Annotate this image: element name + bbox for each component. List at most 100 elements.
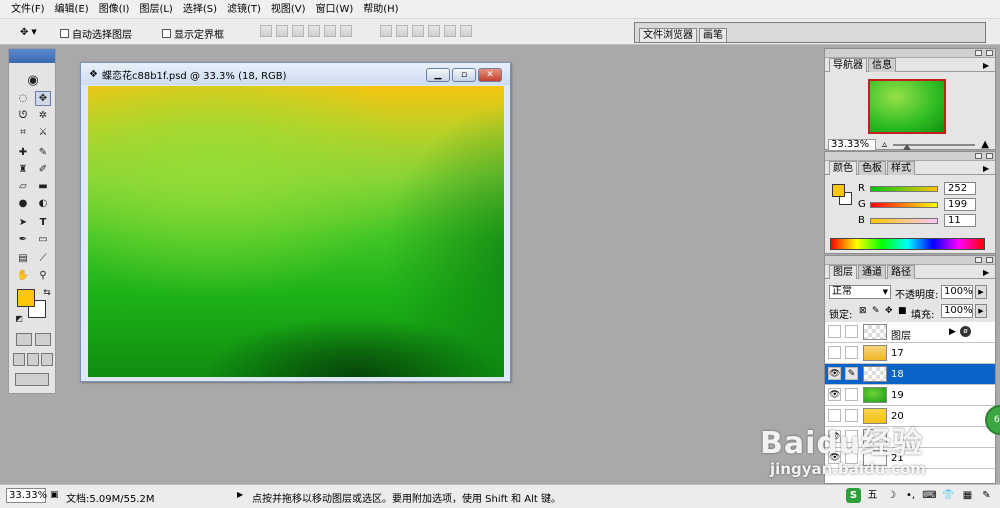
- status-zoom-field[interactable]: 33.33%: [6, 488, 47, 503]
- close-button[interactable]: ✕: [478, 68, 502, 82]
- eye-icon[interactable]: 👁: [828, 367, 841, 380]
- quick-mask-mode-button[interactable]: [35, 333, 51, 346]
- brush-icon[interactable]: ✎: [845, 367, 858, 380]
- zoom-tool-icon[interactable]: ⚲: [35, 268, 51, 283]
- lock-pixels-icon[interactable]: ✎: [872, 306, 880, 316]
- tab-styles[interactable]: 样式: [887, 161, 915, 175]
- brush-tool-icon[interactable]: ✎: [35, 145, 51, 160]
- show-bounding-box-checkbox[interactable]: 显示定界框: [162, 26, 224, 41]
- green-slider[interactable]: [870, 202, 938, 208]
- opacity-field[interactable]: 100%: [941, 285, 973, 299]
- path-selection-tool-icon[interactable]: ➤: [15, 215, 31, 230]
- menu-view[interactable]: 视图(V): [266, 0, 311, 19]
- default-colors-icon[interactable]: ◩: [11, 311, 27, 326]
- opacity-arrow-icon[interactable]: ▶: [975, 285, 987, 299]
- eraser-tool-icon[interactable]: ▱: [15, 179, 31, 194]
- link-toggle[interactable]: [845, 325, 858, 338]
- magic-wand-tool-icon[interactable]: ✲: [35, 108, 51, 123]
- close-palette-icon[interactable]: [986, 153, 993, 159]
- marquee-tool-icon[interactable]: ◌: [15, 91, 31, 106]
- align-top-icon[interactable]: [260, 25, 272, 37]
- tab-file-browser[interactable]: 文件浏览器: [639, 28, 697, 42]
- tab-brushes[interactable]: 画笔: [699, 28, 727, 42]
- color-spectrum-bar[interactable]: [830, 238, 985, 250]
- palette-drag-bar[interactable]: [825, 152, 995, 161]
- punctuation-icon[interactable]: •,: [903, 488, 918, 503]
- screen-mode-full-button[interactable]: [41, 353, 53, 366]
- keyboard-icon[interactable]: ⌨: [922, 488, 937, 503]
- tab-channels[interactable]: 通道: [858, 265, 886, 279]
- palette-drag-bar[interactable]: [825, 256, 995, 265]
- layer-row[interactable]: 图层 ▶ ø: [825, 322, 995, 343]
- palette-menu-icon[interactable]: ▶: [983, 164, 989, 173]
- pen-tool-icon[interactable]: ✒: [15, 232, 31, 247]
- tab-color[interactable]: 颜色: [829, 161, 857, 175]
- distribute-bottom-icon[interactable]: [412, 25, 424, 37]
- move-tool-icon[interactable]: ✥: [35, 91, 51, 106]
- align-vcenter-icon[interactable]: [276, 25, 288, 37]
- layer-effects-icon[interactable]: ø: [960, 326, 971, 337]
- minimize-button[interactable]: ▁: [426, 68, 450, 82]
- eye-icon[interactable]: 👁: [828, 388, 841, 401]
- palette-drag-bar[interactable]: [825, 49, 995, 58]
- toolbox-icon[interactable]: ▦: [960, 488, 975, 503]
- type-tool-icon[interactable]: T: [35, 215, 51, 230]
- blue-value-field[interactable]: 11: [944, 214, 976, 227]
- restore-button[interactable]: ▫: [452, 68, 476, 82]
- distribute-hcenter-icon[interactable]: [444, 25, 456, 37]
- eyedropper-tool-icon[interactable]: ⟋: [35, 251, 51, 266]
- minimize-palette-icon[interactable]: [975, 257, 982, 263]
- swap-colors-icon[interactable]: ⇆: [39, 285, 55, 300]
- blend-mode-select[interactable]: 正常 ▼: [829, 285, 891, 299]
- link-toggle[interactable]: [845, 388, 858, 401]
- align-right-icon[interactable]: [340, 25, 352, 37]
- red-slider[interactable]: [870, 186, 938, 192]
- distribute-left-icon[interactable]: [428, 25, 440, 37]
- blur-tool-icon[interactable]: ●: [15, 196, 31, 211]
- shape-tool-icon[interactable]: ▭: [35, 232, 51, 247]
- palette-menu-icon[interactable]: ▶: [983, 268, 989, 277]
- lock-transparency-icon[interactable]: ⊠: [859, 306, 867, 316]
- tab-info[interactable]: 信息: [868, 58, 896, 72]
- lasso-tool-icon[interactable]: ᘎ: [15, 108, 31, 123]
- layer-style-icon[interactable]: ▶: [949, 327, 956, 337]
- gradient-tool-icon[interactable]: ▬: [35, 179, 51, 194]
- photoshop-logo-icon[interactable]: ◉: [14, 73, 52, 88]
- link-toggle[interactable]: [845, 346, 858, 359]
- green-value-field[interactable]: 199: [944, 198, 976, 211]
- screen-mode-standard-button[interactable]: [13, 353, 25, 366]
- align-bottom-icon[interactable]: [292, 25, 304, 37]
- visibility-toggle[interactable]: [828, 346, 841, 359]
- half-width-icon[interactable]: ☽: [884, 488, 899, 503]
- distribute-right-icon[interactable]: [460, 25, 472, 37]
- menu-layer[interactable]: 图层(L): [134, 0, 177, 19]
- skin-icon[interactable]: 👕: [941, 488, 956, 503]
- minimize-palette-icon[interactable]: [975, 50, 982, 56]
- settings-wrench-icon[interactable]: ✎: [979, 488, 994, 503]
- menu-help[interactable]: 帮助(H): [358, 0, 403, 19]
- close-palette-icon[interactable]: [986, 257, 993, 263]
- color-fg-swatch[interactable]: [832, 184, 845, 197]
- auto-select-layer-checkbox[interactable]: 自动选择图层: [60, 26, 132, 41]
- layer-row[interactable]: 17: [825, 343, 995, 364]
- crop-tool-icon[interactable]: ⌗: [15, 125, 31, 140]
- tab-paths[interactable]: 路径: [887, 265, 915, 279]
- clone-stamp-tool-icon[interactable]: ♜: [15, 162, 31, 177]
- distribute-vcenter-icon[interactable]: [396, 25, 408, 37]
- menu-file[interactable]: 文件(F): [6, 0, 50, 19]
- zoom-slider[interactable]: [893, 143, 975, 150]
- tool-preset-picker[interactable]: ✥ ▼: [20, 24, 50, 40]
- minimize-palette-icon[interactable]: [975, 153, 982, 159]
- fill-arrow-icon[interactable]: ▶: [975, 304, 987, 318]
- layer-row-selected[interactable]: 👁 ✎ 18: [825, 364, 995, 385]
- dodge-tool-icon[interactable]: ◐: [35, 196, 51, 211]
- red-value-field[interactable]: 252: [944, 182, 976, 195]
- close-palette-icon[interactable]: [986, 50, 993, 56]
- distribute-top-icon[interactable]: [380, 25, 392, 37]
- status-menu-arrow-icon[interactable]: ▶: [237, 490, 243, 499]
- ime-mode-label[interactable]: 五: [865, 488, 880, 503]
- menu-image[interactable]: 图像(I): [94, 0, 135, 19]
- tab-navigator[interactable]: 导航器: [829, 58, 867, 72]
- navigator-thumbnail[interactable]: [868, 79, 946, 134]
- toolbox-header[interactable]: [9, 49, 55, 63]
